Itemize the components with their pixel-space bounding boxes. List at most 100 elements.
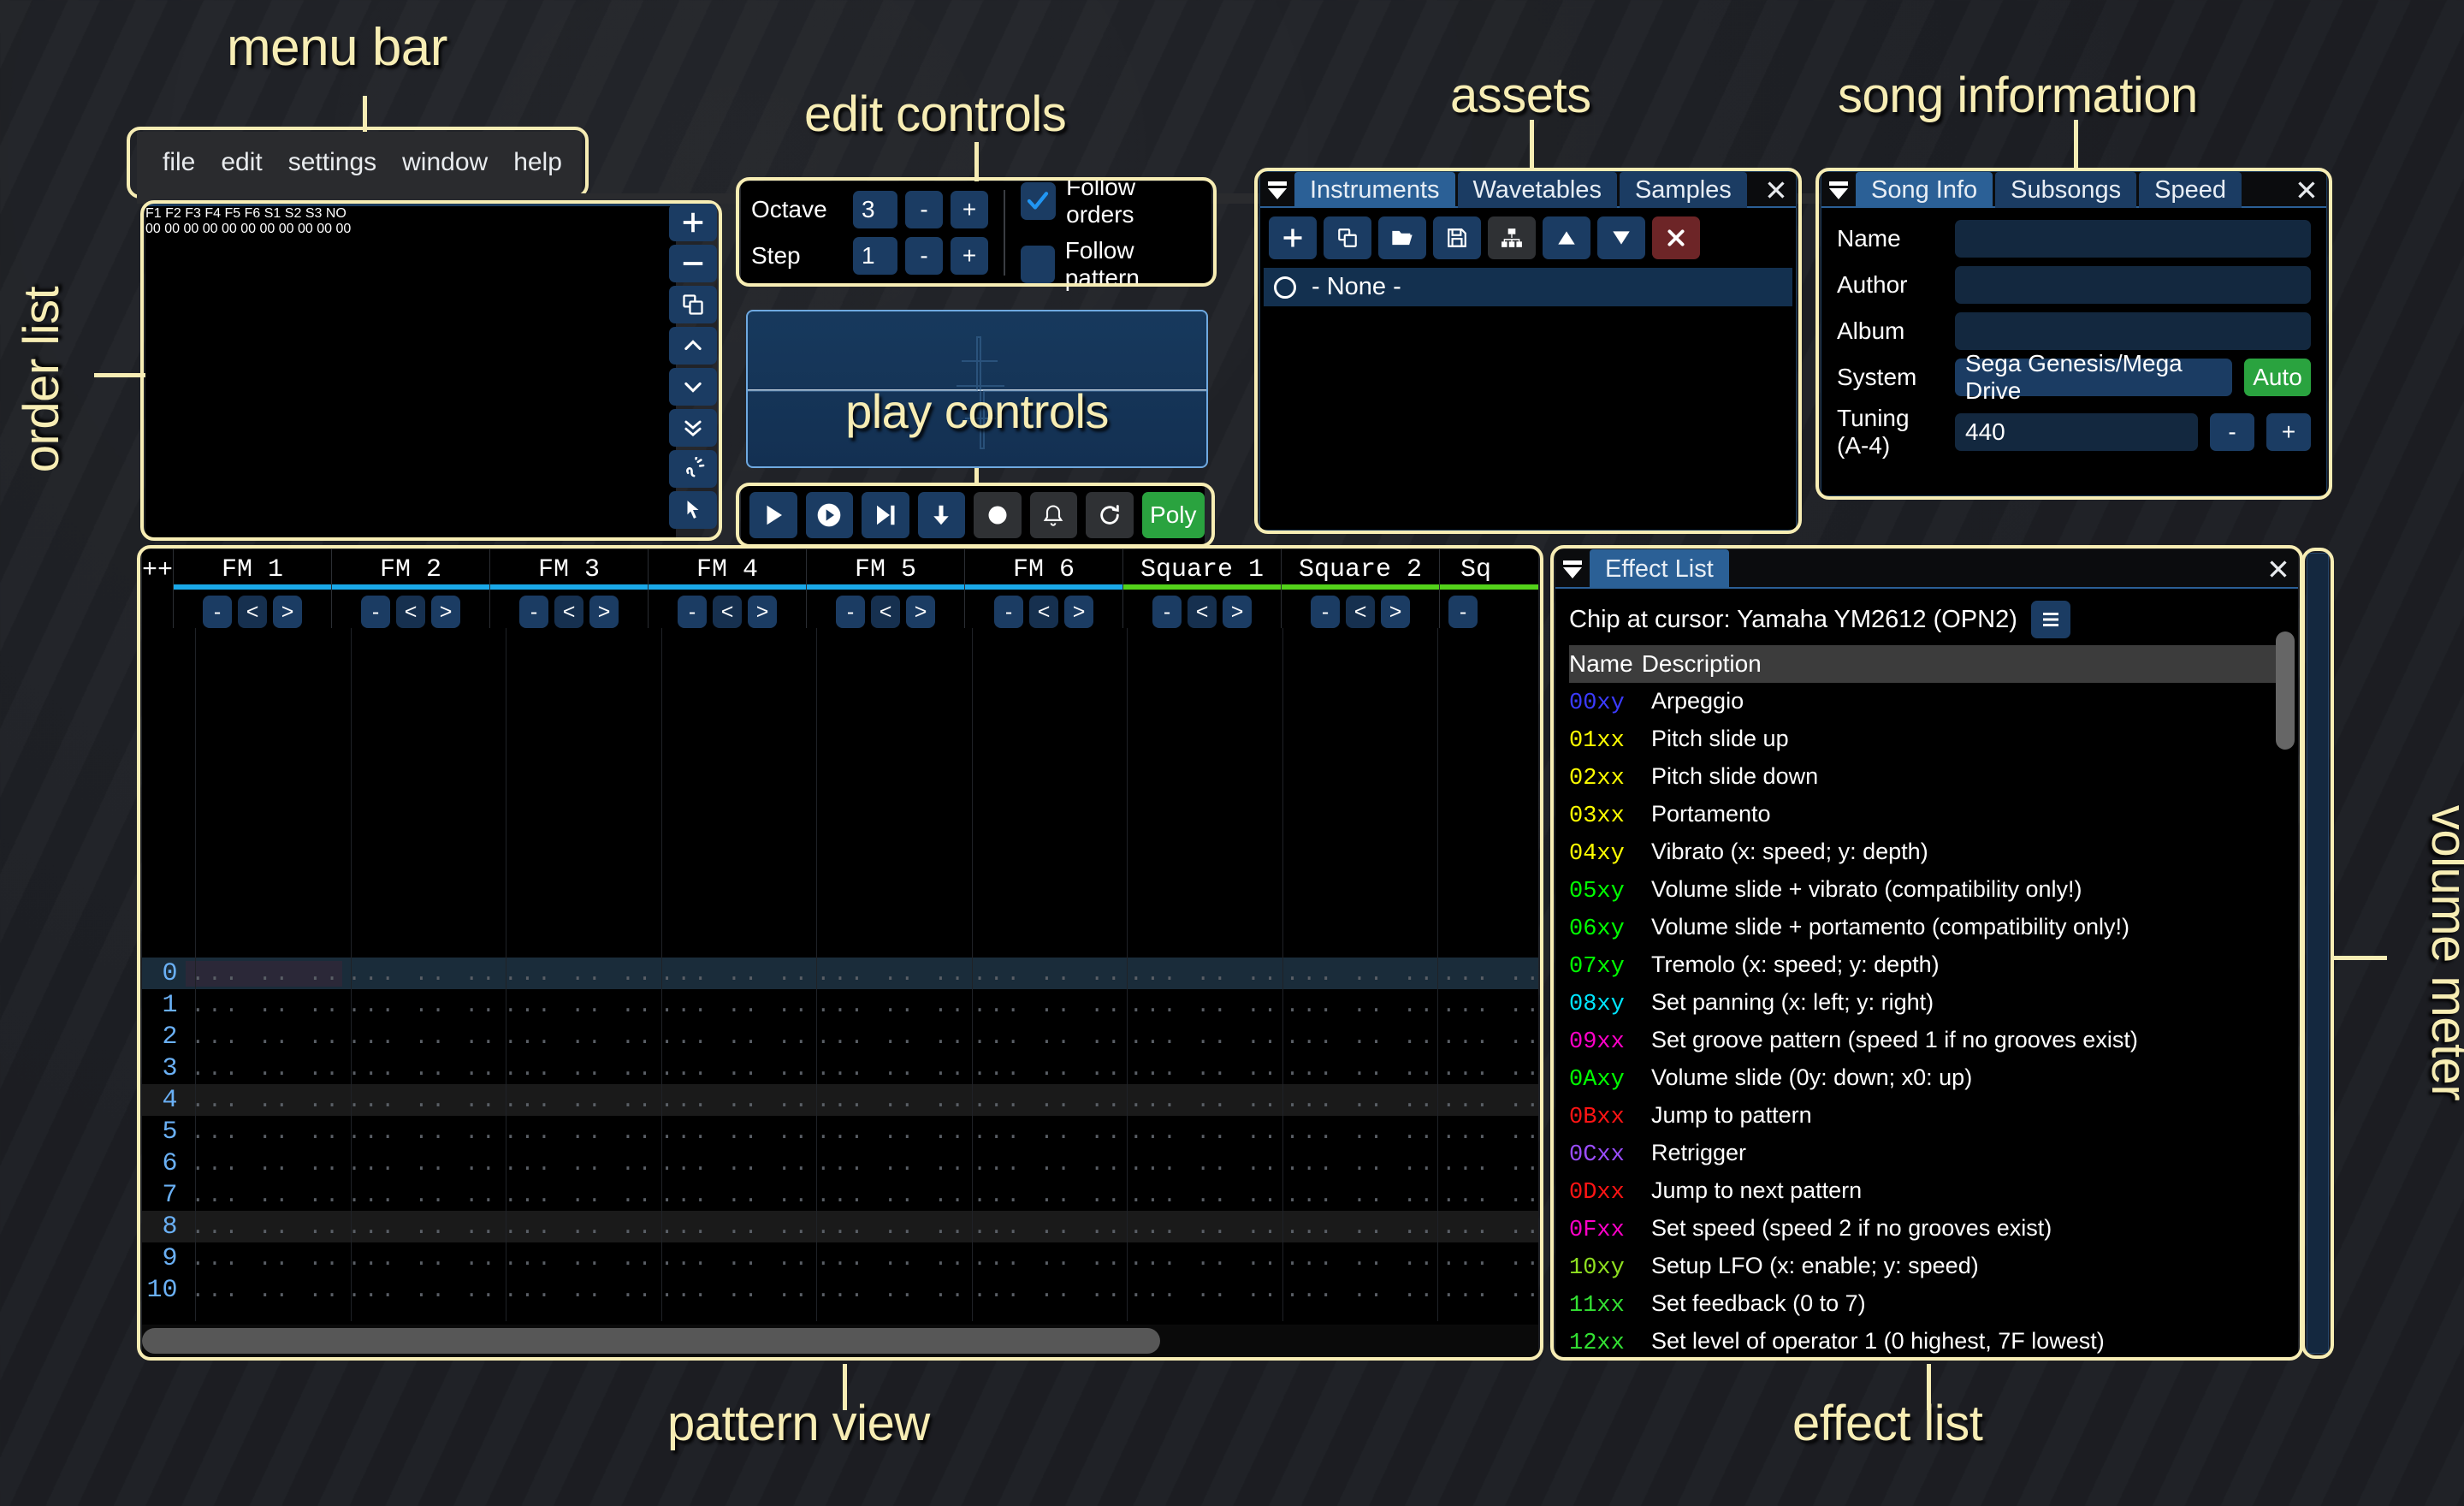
pattern-cell[interactable]: ... .. .. .... <box>811 1024 968 1050</box>
effect-list-row[interactable]: 04xyVibrato (x: speed; y: depth) <box>1569 839 2284 876</box>
pattern-cell[interactable]: ... .. .. .... <box>1281 1119 1437 1145</box>
pattern-cell[interactable]: ... .. .. .... <box>1436 1214 1538 1240</box>
collapse-icon[interactable] <box>1555 549 1590 589</box>
channel-prev-button[interactable]: < <box>1188 596 1217 628</box>
tuning-input[interactable]: 440 <box>1955 413 2198 451</box>
oscilloscope[interactable]: play controls <box>746 310 1208 468</box>
effect-list-row[interactable]: 0DxxJump to next pattern <box>1569 1177 2284 1215</box>
pattern-cell[interactable]: ... .. .. .... <box>186 1024 342 1050</box>
channel-prev-button[interactable]: < <box>871 596 900 628</box>
pattern-cell[interactable]: ... .. .. .... <box>968 961 1124 987</box>
order-cell[interactable]: 00 <box>260 222 275 236</box>
pattern-cell[interactable]: ... .. .. .... <box>499 1151 655 1177</box>
pattern-cell[interactable]: ... .. .. .... <box>811 993 968 1018</box>
pattern-cell[interactable]: ... .. .. .... <box>1281 1246 1437 1272</box>
pattern-corner[interactable]: ++ <box>142 549 173 628</box>
order-cell[interactable]: 00 <box>184 222 199 236</box>
effect-list-row[interactable]: 03xxPortamento <box>1569 801 2284 839</box>
pattern-cell[interactable]: ... .. .. .... <box>186 1056 342 1082</box>
pattern-hscrollbar-thumb[interactable] <box>142 1328 1160 1354</box>
pattern-cell[interactable]: ... .. .. .... <box>342 1278 499 1303</box>
pattern-cell[interactable]: ... .. .. .... <box>811 1056 968 1082</box>
system-auto-button[interactable]: Auto <box>2244 359 2311 396</box>
hamburger-menu-button[interactable] <box>2031 601 2070 638</box>
pattern-cell[interactable]: ... .. .. .... <box>655 1278 812 1303</box>
pattern-cell[interactable]: ... .. .. .... <box>1281 1278 1437 1303</box>
metronome-bell-button[interactable] <box>1030 492 1078 538</box>
pattern-cell[interactable]: ... .. .. .... <box>1281 1151 1437 1177</box>
channel-next-button[interactable]: > <box>431 596 460 628</box>
pattern-row[interactable]: 2... .. .. ....... .. .. ....... .. .. .… <box>142 1021 1538 1052</box>
pattern-cell[interactable]: ... .. .. .... <box>968 1056 1124 1082</box>
folder-open-button[interactable] <box>1378 216 1426 259</box>
song-name-input[interactable] <box>1955 220 2311 258</box>
menu-item-edit[interactable]: edit <box>221 148 262 177</box>
effect-list-row[interactable]: 0AxyVolume slide (0y: down; x0: up) <box>1569 1064 2284 1102</box>
pattern-cell[interactable]: ... .. .. .... <box>968 1088 1124 1113</box>
pattern-cell[interactable]: ... .. .. .... <box>1281 1183 1437 1208</box>
menu-item-help[interactable]: help <box>513 148 562 177</box>
pattern-cell[interactable]: ... .. .. .... <box>655 1024 812 1050</box>
song-author-input[interactable] <box>1955 266 2311 304</box>
pattern-cell[interactable]: ... .. .. .... <box>499 1119 655 1145</box>
pattern-channel-header[interactable]: FM 4 - < > <box>648 549 806 628</box>
effect-list-row[interactable]: 11xxSet feedback (0 to 7) <box>1569 1290 2284 1328</box>
step-plus-button[interactable]: + <box>951 237 988 275</box>
pattern-cell[interactable]: ... .. .. .... <box>811 1151 968 1177</box>
pattern-cell[interactable]: ... .. .. .... <box>968 993 1124 1018</box>
pattern-cell[interactable]: ... .. .. .... <box>342 1246 499 1272</box>
magnet-icon-button[interactable] <box>669 450 717 488</box>
channel-mute-button[interactable]: - <box>203 596 232 628</box>
tab-song-info[interactable]: Song Info <box>1856 172 1993 208</box>
tab-subsongs[interactable]: Subsongs <box>1995 172 2136 208</box>
channel-next-button[interactable]: > <box>748 596 777 628</box>
channel-mute-button[interactable]: - <box>1152 596 1182 628</box>
channel-mute-button[interactable]: - <box>836 596 865 628</box>
pattern-cell[interactable]: ... .. .. .... <box>1124 1119 1281 1145</box>
pattern-cell[interactable]: ... .. .. .... <box>1436 1024 1538 1050</box>
pattern-channel-header[interactable]: FM 2 - < > <box>331 549 489 628</box>
pattern-cell[interactable]: ... .. .. .... <box>811 961 968 987</box>
pattern-cell[interactable]: ... .. .. .... <box>1436 1151 1538 1177</box>
tab-effect-list[interactable]: Effect List <box>1590 549 1729 589</box>
tuning-minus-button[interactable]: - <box>2210 413 2254 451</box>
tab-speed[interactable]: Speed <box>2139 172 2242 208</box>
pattern-cell[interactable]: ... .. .. .... <box>968 1024 1124 1050</box>
pattern-row[interactable]: 8... .. .. ....... .. .. ....... .. .. .… <box>142 1211 1538 1242</box>
pattern-cell[interactable]: ... .. .. .... <box>1281 993 1437 1018</box>
loop-button[interactable] <box>1086 492 1134 538</box>
pattern-channel-header[interactable]: FM 1 - < > <box>173 549 331 628</box>
collapse-icon[interactable] <box>1260 172 1294 208</box>
pattern-cell[interactable]: ... .. .. .... <box>1124 1024 1281 1050</box>
pattern-cell[interactable]: ... .. .. .... <box>1436 1278 1538 1303</box>
pattern-cell[interactable]: ... .. .. .... <box>968 1214 1124 1240</box>
channel-next-button[interactable]: > <box>273 596 302 628</box>
tab-instruments[interactable]: Instruments <box>1294 172 1455 208</box>
channel-prev-button[interactable]: < <box>396 596 425 628</box>
order-cell[interactable]: 00 <box>203 222 218 236</box>
pattern-cell[interactable]: ... .. .. .... <box>186 1119 342 1145</box>
order-cell[interactable]: 00 <box>336 222 352 236</box>
pattern-cell[interactable]: ... .. .. .... <box>1281 1088 1437 1113</box>
pattern-cell[interactable]: ... .. .. .... <box>342 961 499 987</box>
move-instrument-down-button[interactable] <box>1597 216 1645 259</box>
save-instrument-button[interactable] <box>1433 216 1481 259</box>
close-icon[interactable]: ✕ <box>2259 549 2298 589</box>
order-cell[interactable]: 00 <box>164 222 180 236</box>
pattern-row[interactable]: 7... .. .. ....... .. .. ....... .. .. .… <box>142 1179 1538 1211</box>
menu-item-window[interactable]: window <box>402 148 488 177</box>
system-select[interactable]: Sega Genesis/Mega Drive <box>1955 359 2232 396</box>
pattern-cell[interactable]: ... .. .. .... <box>342 993 499 1018</box>
pattern-cell[interactable]: ... .. .. .... <box>499 1088 655 1113</box>
menu-item-settings[interactable]: settings <box>288 148 376 177</box>
pattern-cell[interactable]: ... .. .. .... <box>499 1024 655 1050</box>
channel-mute-button[interactable]: - <box>678 596 707 628</box>
order-cell[interactable]: 00 <box>145 222 161 236</box>
pattern-cell[interactable]: ... .. .. .... <box>499 1278 655 1303</box>
effect-list-row[interactable]: 00xyArpeggio <box>1569 688 2284 726</box>
sitemap-button[interactable] <box>1488 216 1536 259</box>
step-minus-button[interactable]: - <box>905 237 943 275</box>
play-button[interactable] <box>749 492 797 538</box>
channel-mute-button[interactable]: - <box>519 596 548 628</box>
pattern-cell[interactable]: ... .. .. .... <box>655 961 812 987</box>
